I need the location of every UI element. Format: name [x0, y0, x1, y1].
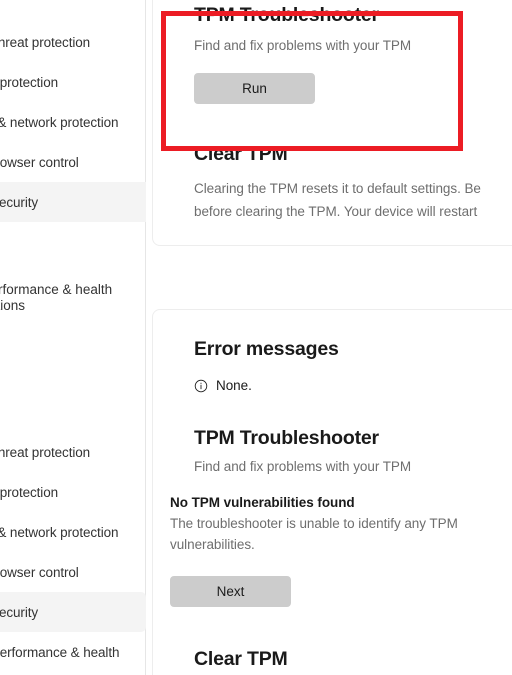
sidebar-item-label: Family options [0, 298, 26, 313]
sidebar-item-label: Account protection [0, 484, 59, 500]
sidebar-item-family-options-clipped[interactable]: Family options [0, 298, 146, 316]
result-description-line-1: The troubleshooter is unable to identify… [170, 516, 458, 531]
sidebar-item-app-browser-control[interactable]: App & browser control [0, 552, 146, 592]
run-button[interactable]: Run [194, 73, 315, 104]
sidebar-item-virus-threat-protection[interactable]: Virus & threat protection [0, 432, 146, 472]
sidebar-item-label: Device performance & health [0, 644, 120, 660]
sidebar-item-device-performance-health[interactable]: Device performance & health [0, 632, 146, 672]
sidebar-bottom: Family options Virus & threat protection… [0, 298, 146, 675]
sidebar-item-label: Firewall & network protection [0, 114, 119, 130]
windows-security-window-top: Virus & threat protection Account protec… [0, 0, 512, 298]
sidebar-item-label: Virus & threat protection [0, 444, 91, 460]
settings-card-bottom: Error messages None. TPM Troubleshooter … [152, 309, 512, 675]
error-messages-value-row: None. [194, 378, 512, 393]
sidebar-nav-list-bottom: Virus & threat protection Account protec… [0, 432, 146, 672]
sidebar-item-firewall-network-protection[interactable]: Firewall & network protection [0, 512, 146, 552]
tpm-troubleshooter-subtitle: Find and fix problems with your TPM [194, 38, 412, 53]
next-button[interactable]: Next [170, 576, 291, 607]
info-icon [194, 379, 208, 392]
result-heading: No TPM vulnerabilities found [170, 495, 355, 510]
sidebar-item-label: Account protection [0, 74, 59, 90]
error-messages-value: None. [216, 378, 252, 393]
settings-card-top: TPM Troubleshooter Find and fix problems… [152, 0, 512, 246]
sidebar-item-device-performance-health-clipped[interactable]: Device performance & health [0, 282, 146, 298]
tpm-troubleshooter-heading: TPM Troubleshooter [194, 427, 379, 449]
screenshot-stage: Virus & threat protection Account protec… [0, 0, 512, 675]
sidebar-item-app-browser-control[interactable]: App & browser control [0, 142, 146, 182]
sidebar-item-label: Device performance & health [0, 282, 113, 297]
sidebar-item-label: Firewall & network protection [0, 524, 119, 540]
tpm-troubleshooter-subtitle: Find and fix problems with your TPM [194, 459, 412, 474]
sidebar-item-device-security[interactable]: Device security [0, 182, 146, 222]
sidebar-item-label: Virus & threat protection [0, 34, 91, 50]
sidebar-item-label: Device security [0, 604, 39, 620]
sidebar-item-label: App & browser control [0, 564, 79, 580]
clear-tpm-heading: Clear TPM [194, 648, 288, 670]
windows-security-window-bottom: Family options Virus & threat protection… [0, 298, 512, 675]
sidebar-item-virus-threat-protection[interactable]: Virus & threat protection [0, 22, 146, 62]
clear-tpm-heading: Clear TPM [194, 143, 288, 165]
clear-tpm-description-line-2: before clearing the TPM. Your device wil… [194, 204, 478, 219]
error-messages-heading: Error messages [194, 338, 339, 360]
sidebar-item-label: Device security [0, 194, 39, 210]
tpm-troubleshooter-heading: TPM Troubleshooter [194, 4, 379, 26]
sidebar-item-label: App & browser control [0, 154, 79, 170]
result-description-line-2: vulnerabilities. [170, 537, 255, 552]
sidebar-item-account-protection[interactable]: Account protection [0, 62, 146, 102]
sidebar-nav-list-top: Virus & threat protection Account protec… [0, 22, 146, 222]
sidebar-item-device-security[interactable]: Device security [0, 592, 146, 632]
troubleshooter-result-block: No TPM vulnerabilities found The trouble… [170, 493, 512, 607]
content-area-top: TPM Troubleshooter Find and fix problems… [146, 0, 512, 298]
content-area-bottom: Error messages None. TPM Troubleshooter … [146, 298, 512, 675]
clear-tpm-description-line-1: Clearing the TPM resets it to default se… [194, 181, 481, 196]
result-description: The troubleshooter is unable to identify… [170, 513, 512, 555]
sidebar-item-account-protection[interactable]: Account protection [0, 472, 146, 512]
sidebar-top: Virus & threat protection Account protec… [0, 0, 146, 298]
sidebar-item-firewall-network-protection[interactable]: Firewall & network protection [0, 102, 146, 142]
